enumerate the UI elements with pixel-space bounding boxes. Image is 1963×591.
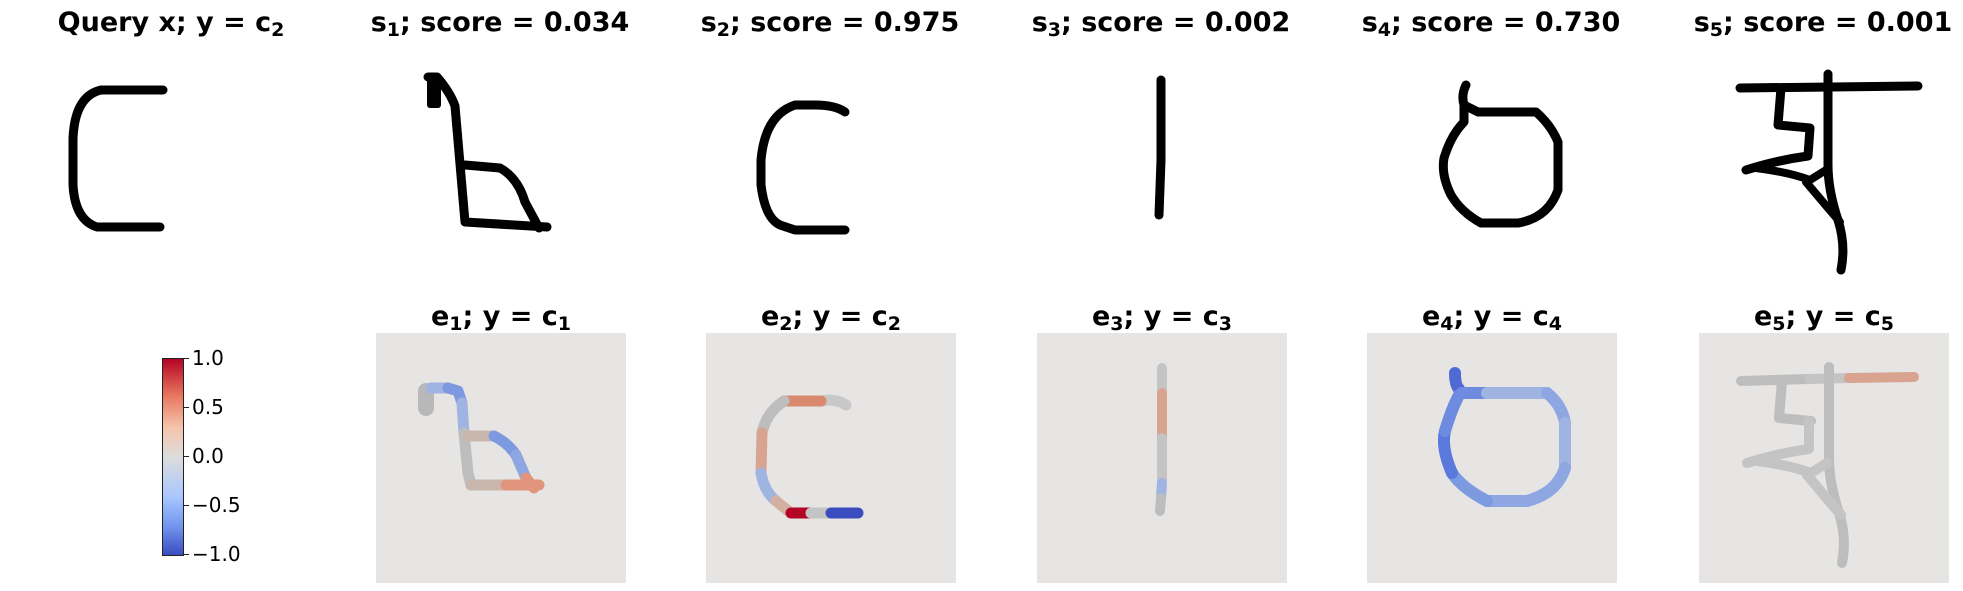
support-score: ; score = 0.975 <box>730 7 960 38</box>
query-label: Query x; y = <box>57 7 256 38</box>
explanation-class-label: ; y = <box>1785 301 1865 332</box>
explanation-symbol: e <box>1421 301 1441 332</box>
explanation-symbol: e <box>1091 301 1111 332</box>
explanation-class-symbol: c <box>1202 301 1219 332</box>
explanation-class-label: ; y = <box>462 301 542 332</box>
explanation-class-index: 4 <box>1548 313 1563 335</box>
explanation-index: 5 <box>1772 313 1786 335</box>
explanation-title-5: e5; y = c5 <box>1699 301 1949 335</box>
explanation-class-symbol: c <box>541 301 558 332</box>
explanation-heatmap-4 <box>1367 333 1617 583</box>
explanation-title-1: e1; y = c1 <box>376 301 626 335</box>
explanation-class-label: ; y = <box>1453 301 1533 332</box>
query-class-index: 2 <box>271 19 285 41</box>
explanation-class-symbol: c <box>1864 301 1881 332</box>
colorbar-tick-label: −1.0 <box>192 542 241 566</box>
explanation-heatmap-5 <box>1699 333 1949 583</box>
explanation-heatmap-strokes <box>1736 362 1919 568</box>
support-symbol: s <box>1693 7 1710 38</box>
colorbar-tick-label: 0.5 <box>192 395 224 419</box>
colorbar-tick <box>183 358 189 359</box>
support-score: ; score = 0.034 <box>400 7 630 38</box>
query-glyph-image <box>68 85 168 232</box>
support-index: 1 <box>386 19 401 41</box>
support-score: ; score = 0.001 <box>1723 7 1953 38</box>
explanation-symbol: e <box>1753 301 1773 332</box>
support-title-2: s2; score = 0.975 <box>690 7 970 41</box>
colorbar-tick-label: 1.0 <box>192 346 224 370</box>
explanation-title-4: e4; y = c4 <box>1367 301 1617 335</box>
support-title-5: s5; score = 0.001 <box>1683 7 1963 41</box>
explanation-class-label: ; y = <box>792 301 872 332</box>
explanation-heatmap-2 <box>706 333 956 583</box>
explanation-class-index: 1 <box>557 313 572 335</box>
support-index: 3 <box>1047 19 1062 41</box>
colorbar-tick-label: −0.5 <box>192 493 241 517</box>
support-glyph-image-1 <box>423 72 552 233</box>
explanation-symbol: e <box>760 301 780 332</box>
explanation-class-label: ; y = <box>1123 301 1203 332</box>
explanation-title-2: e2; y = c2 <box>706 301 956 335</box>
explanation-index: 1 <box>449 313 463 335</box>
colorbar-tick-label: 0.0 <box>192 444 224 468</box>
query-title: Query x; y = c2 <box>56 7 286 41</box>
support-title-1: s1; score = 0.034 <box>360 7 640 41</box>
support-index: 5 <box>1709 19 1724 41</box>
query-class-symbol: c <box>255 7 272 38</box>
explanation-class-index: 5 <box>1880 313 1895 335</box>
colorbar-tick <box>183 505 189 506</box>
explanation-heatmap-strokes <box>755 394 864 519</box>
support-glyph-image-2 <box>756 100 850 235</box>
explanation-heatmap-1 <box>376 333 626 583</box>
colorbar <box>162 358 184 556</box>
explanation-heatmap-3 <box>1037 333 1287 583</box>
colorbar-tick <box>183 456 189 457</box>
support-index: 4 <box>1377 19 1392 41</box>
explanation-index: 2 <box>779 313 793 335</box>
colorbar-tick <box>183 554 189 555</box>
explanation-class-symbol: c <box>1532 301 1549 332</box>
explanation-heatmap-strokes <box>418 382 545 494</box>
support-score: ; score = 0.002 <box>1061 7 1291 38</box>
explanation-index: 4 <box>1440 313 1454 335</box>
support-title-3: s3; score = 0.002 <box>1021 7 1301 41</box>
support-symbol: s <box>1031 7 1048 38</box>
explanation-index: 3 <box>1110 313 1124 335</box>
support-symbol: s <box>700 7 717 38</box>
support-title-4: s4; score = 0.730 <box>1351 7 1631 41</box>
support-symbol: s <box>370 7 387 38</box>
explanation-class-symbol: c <box>871 301 888 332</box>
explanation-class-index: 2 <box>887 313 902 335</box>
support-glyph-image-4 <box>1438 80 1563 228</box>
explanation-class-index: 3 <box>1218 313 1233 335</box>
support-glyph-image-5 <box>1735 69 1923 275</box>
explanation-heatmap-strokes <box>1437 367 1571 507</box>
support-symbol: s <box>1361 7 1378 38</box>
explanation-heatmap-strokes <box>1155 363 1167 516</box>
support-glyph-image-3 <box>1154 75 1166 220</box>
explanation-title-3: e3; y = c3 <box>1037 301 1287 335</box>
support-index: 2 <box>716 19 731 41</box>
colorbar-tick <box>183 407 189 408</box>
explanation-symbol: e <box>430 301 450 332</box>
support-score: ; score = 0.730 <box>1391 7 1621 38</box>
